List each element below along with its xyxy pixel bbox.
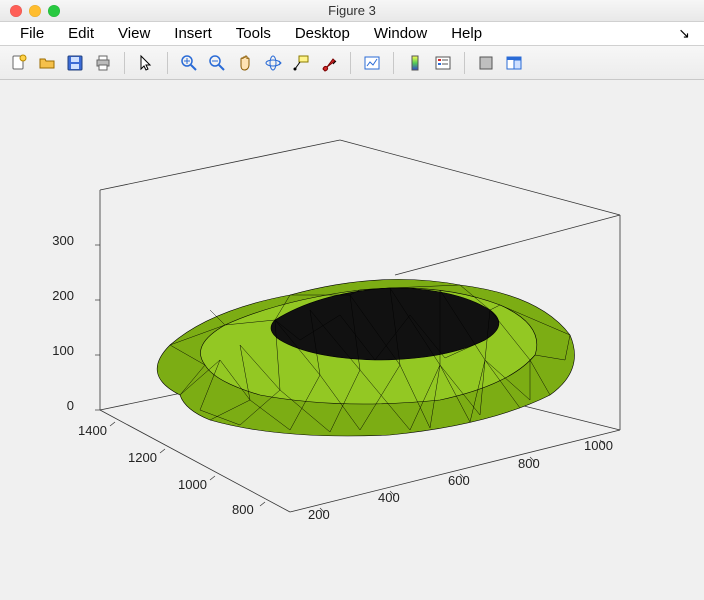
z-tick-label: 100 (34, 343, 74, 358)
window-controls (0, 5, 60, 17)
menu-edit[interactable]: Edit (56, 23, 106, 44)
data-cursor-icon (292, 54, 310, 72)
legend-icon (434, 54, 452, 72)
toolbar-separator (393, 52, 394, 74)
x-tick-label: 200 (308, 507, 330, 522)
colorbar-button[interactable] (402, 50, 428, 76)
menubar: File Edit View Insert Tools Desktop Wind… (0, 22, 704, 46)
menu-file[interactable]: File (8, 23, 56, 44)
y-tick-label: 1000 (178, 477, 207, 492)
colorbar-icon (406, 54, 424, 72)
hide-tools-icon (477, 54, 495, 72)
menu-overflow-button[interactable]: ↘ (678, 25, 696, 42)
link-icon (363, 54, 381, 72)
hide-tools-button[interactable] (473, 50, 499, 76)
zoom-out-button[interactable] (204, 50, 230, 76)
y-tick-label: 1200 (128, 450, 157, 465)
pointer-button[interactable] (133, 50, 159, 76)
titlebar: Figure 3 (0, 0, 704, 22)
x-tick-label: 600 (448, 473, 470, 488)
print-button[interactable] (90, 50, 116, 76)
toolbar-separator (350, 52, 351, 74)
zoom-out-icon (208, 54, 226, 72)
menu-tools[interactable]: Tools (224, 23, 283, 44)
brush-icon (320, 54, 338, 72)
z-tick-label: 200 (34, 288, 74, 303)
open-folder-icon (38, 54, 56, 72)
menu-window[interactable]: Window (362, 23, 439, 44)
pan-hand-icon (236, 54, 254, 72)
new-file-icon (10, 54, 28, 72)
pan-button[interactable] (232, 50, 258, 76)
data-cursor-button[interactable] (288, 50, 314, 76)
minimize-window-button[interactable] (29, 5, 41, 17)
new-figure-button[interactable] (6, 50, 32, 76)
save-disk-icon (66, 54, 84, 72)
figure-area: 0 100 200 300 1400 1200 1000 800 200 400… (0, 80, 704, 600)
toolbar-separator (464, 52, 465, 74)
close-window-button[interactable] (10, 5, 22, 17)
toolbar-separator (167, 52, 168, 74)
rotate-3d-icon (264, 54, 282, 72)
window-title: Figure 3 (0, 3, 704, 18)
axes-3d[interactable] (40, 110, 660, 570)
legend-button[interactable] (430, 50, 456, 76)
toolbar (0, 46, 704, 80)
dock-button[interactable] (501, 50, 527, 76)
y-tick-label: 800 (232, 502, 254, 517)
y-tick-label: 1400 (78, 423, 107, 438)
x-tick-label: 400 (378, 490, 400, 505)
z-tick-label: 300 (34, 233, 74, 248)
dock-icon (505, 54, 523, 72)
z-tick-label: 0 (44, 398, 74, 413)
pointer-icon (137, 54, 155, 72)
open-button[interactable] (34, 50, 60, 76)
menu-view[interactable]: View (106, 23, 162, 44)
save-button[interactable] (62, 50, 88, 76)
rotate-3d-button[interactable] (260, 50, 286, 76)
surface-mesh (157, 279, 574, 436)
x-tick-label: 800 (518, 456, 540, 471)
link-plot-button[interactable] (359, 50, 385, 76)
zoom-in-button[interactable] (176, 50, 202, 76)
print-icon (94, 54, 112, 72)
menu-desktop[interactable]: Desktop (283, 23, 362, 44)
x-tick-label: 1000 (584, 438, 613, 453)
toolbar-separator (124, 52, 125, 74)
menu-insert[interactable]: Insert (162, 23, 224, 44)
maximize-window-button[interactable] (48, 5, 60, 17)
menu-help[interactable]: Help (439, 23, 494, 44)
brush-button[interactable] (316, 50, 342, 76)
zoom-in-icon (180, 54, 198, 72)
